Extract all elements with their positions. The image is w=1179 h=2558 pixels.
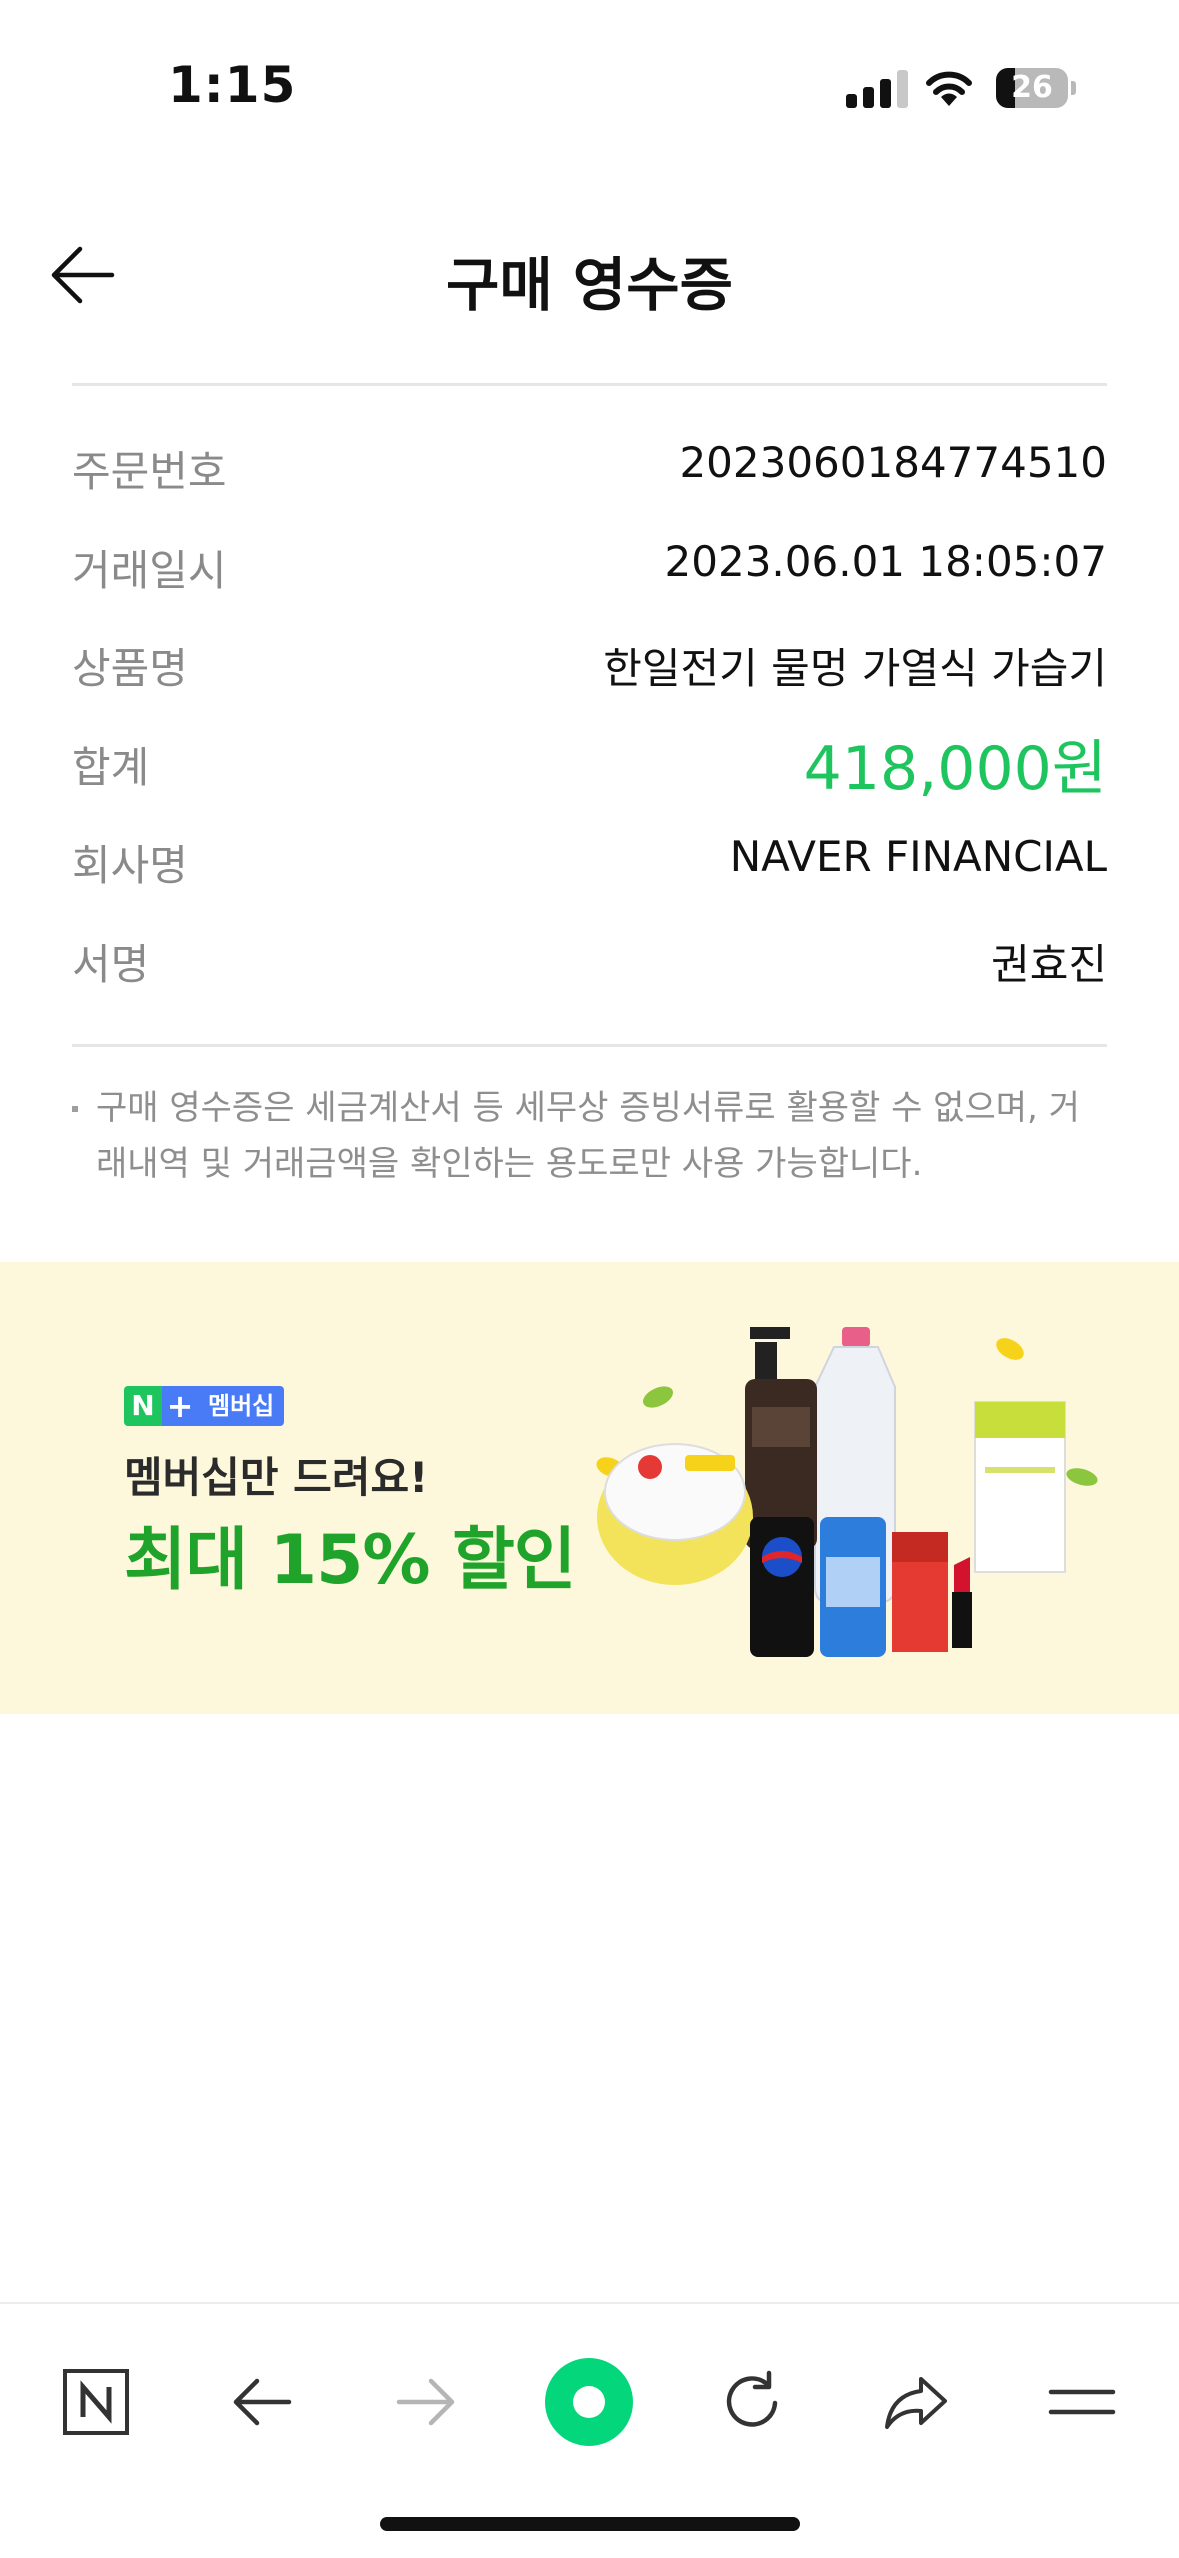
home-indicator bbox=[380, 2517, 800, 2531]
product-name-label: 상품명 bbox=[72, 644, 188, 693]
company-row: 회사명 NAVER FINANCIAL bbox=[72, 812, 1107, 911]
total-amount: 418,000원 bbox=[803, 733, 1107, 804]
browser-back-button[interactable] bbox=[214, 2354, 310, 2450]
battery-icon: 26 bbox=[996, 68, 1076, 108]
browser-forward-button[interactable] bbox=[378, 2354, 474, 2450]
signature-row: 서명 권효진 bbox=[72, 911, 1107, 1010]
refresh-icon bbox=[726, 2370, 778, 2427]
order-number-label: 주문번호 bbox=[72, 447, 227, 496]
naver-n-icon: N bbox=[124, 1386, 162, 1426]
back-arrow-icon bbox=[233, 2378, 292, 2426]
bottom-divider bbox=[72, 1044, 1107, 1047]
transaction-date-row: 거래일시 2023.06.01 18:05:07 bbox=[72, 517, 1107, 616]
page-title: 구매 영수증 bbox=[446, 251, 733, 319]
grocery-products-image bbox=[596, 1327, 1098, 1657]
bullet-icon bbox=[72, 1106, 78, 1112]
share-button[interactable] bbox=[868, 2354, 964, 2450]
naver-home-button[interactable] bbox=[48, 2354, 144, 2450]
product-name-row: 상품명 한일전기 물멍 가열식 가습기 bbox=[72, 615, 1107, 714]
top-divider bbox=[72, 383, 1107, 386]
order-number-row: 주문번호 2023060184774510 bbox=[72, 418, 1107, 517]
battery-level: 26 bbox=[1011, 70, 1053, 105]
notice-text: 구매 영수증은 세금계산서 등 세무상 증빙서류로 활용할 수 없으며, 거래내… bbox=[96, 1088, 1080, 1184]
cellular-signal-icon bbox=[846, 70, 908, 108]
green-dot-icon bbox=[545, 2358, 633, 2446]
transaction-date-value: 2023.06.01 18:05:07 bbox=[664, 536, 1107, 586]
wifi-icon bbox=[924, 66, 974, 108]
total-label: 합계 bbox=[72, 742, 150, 792]
notice: 구매 영수증은 세금계산서 등 세무상 증빙서류로 활용할 수 없으며, 거래내… bbox=[72, 1080, 1107, 1192]
company-label: 회사명 bbox=[72, 841, 188, 890]
transaction-date-label: 거래일시 bbox=[72, 545, 227, 595]
menu-icon bbox=[1048, 2389, 1116, 2415]
signature-label: 서명 bbox=[72, 939, 150, 989]
order-number-value: 2023060184774510 bbox=[679, 438, 1107, 487]
banner-title: 최대 15% 할인 bbox=[124, 1521, 576, 1600]
badge-label: 멤버십 bbox=[198, 1386, 285, 1426]
receipt-details: 주문번호 2023060184774510 거래일시 2023.06.01 18… bbox=[72, 418, 1107, 1009]
green-dot-button[interactable] bbox=[541, 2354, 637, 2450]
refresh-button[interactable] bbox=[704, 2354, 800, 2450]
product-name-value: 한일전기 물멍 가열식 가습기 bbox=[603, 644, 1107, 693]
status-time: 1:15 bbox=[168, 56, 297, 114]
naver-home-icon bbox=[63, 2369, 129, 2435]
status-bar: 1:15 26 bbox=[0, 0, 1179, 150]
header: 구매 영수증 bbox=[0, 200, 1179, 350]
membership-badge: N + 멤버십 bbox=[124, 1386, 285, 1426]
banner-subtitle: 멤버십만 드려요! bbox=[124, 1453, 429, 1502]
company-value: NAVER FINANCIAL bbox=[729, 832, 1107, 881]
total-row: 합계 418,000원 bbox=[72, 714, 1107, 813]
share-icon bbox=[885, 2377, 947, 2429]
plus-icon: + bbox=[162, 1386, 198, 1426]
menu-button[interactable] bbox=[1034, 2354, 1130, 2450]
forward-arrow-icon bbox=[396, 2378, 455, 2426]
signature-value: 권효진 bbox=[991, 939, 1107, 989]
membership-banner[interactable]: N + 멤버십 멤버십만 드려요! 최대 15% 할인 bbox=[0, 1262, 1179, 1714]
